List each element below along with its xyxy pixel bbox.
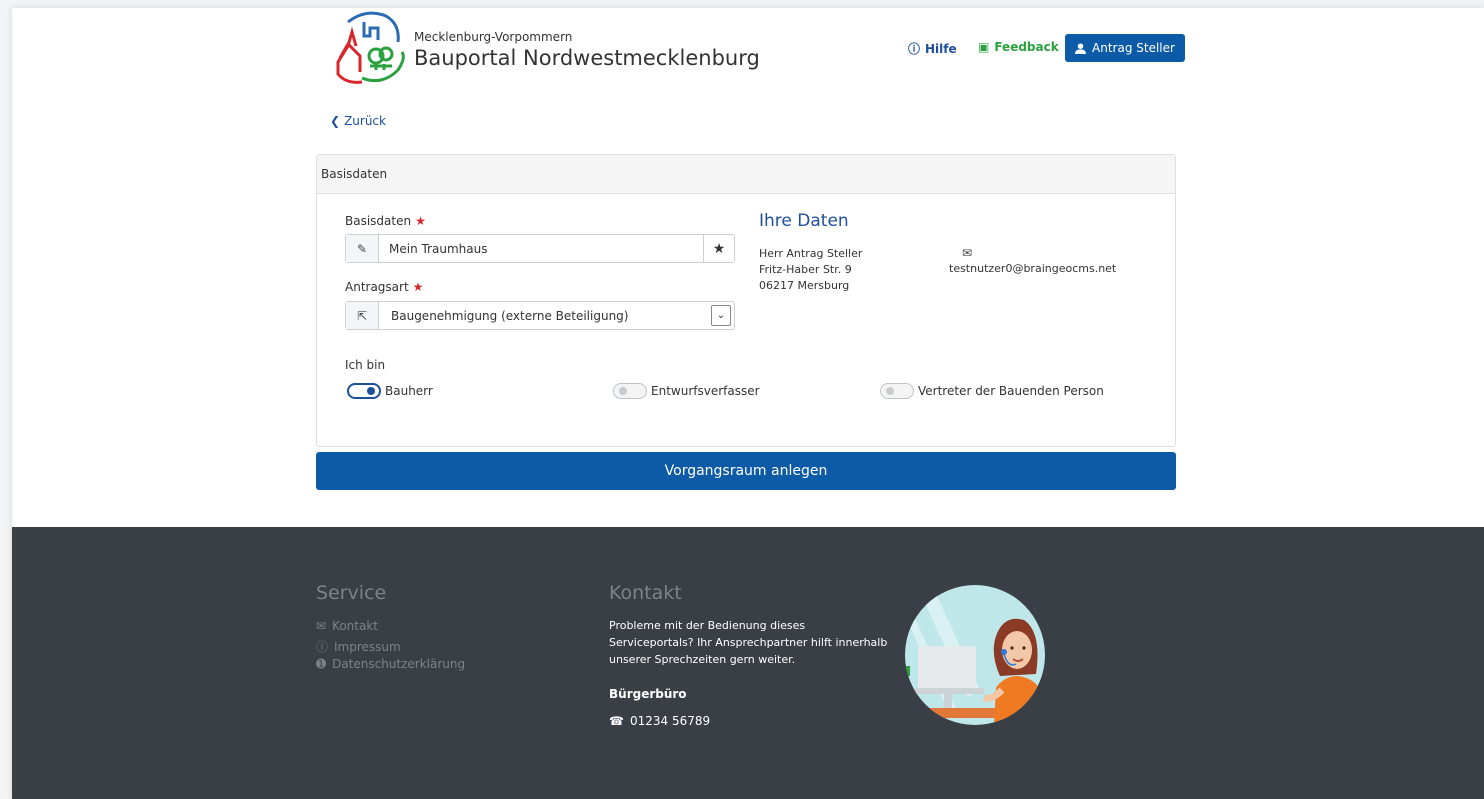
contact-text: Probleme mit der Bedienung dieses Servic… — [609, 619, 888, 666]
type-select[interactable]: ⇱ Baugenehmigung (externe Beteiligung) ⌄ — [345, 301, 735, 330]
name-field-label: Basisdaten ★ — [345, 214, 426, 228]
feedback-link[interactable]: ▣ Feedback — [978, 40, 1059, 54]
your-address: Herr Antrag Steller Fritz-Haber Str. 9 0… — [759, 246, 862, 294]
info-icon: ⓘ — [316, 640, 329, 654]
name-field-label-text: Basisdaten — [345, 214, 412, 228]
create-case-label: Vorgangsraum anlegen — [664, 463, 828, 479]
page: Mecklenburg-Vorpommern Bauportal Nordwes… — [12, 8, 1484, 799]
footer: Service ✉ Kontakt ⓘ Impressum ➊ Datensch… — [12, 527, 1484, 799]
support-agent-illustration — [905, 585, 1045, 725]
panel-heading: Basisdaten — [317, 155, 1175, 194]
toggle-knob — [619, 387, 627, 395]
toggle-knob — [886, 387, 894, 395]
role-toggle-bauherr[interactable]: Bauherr — [347, 383, 433, 399]
panel-heading-text: Basisdaten — [321, 167, 388, 181]
feedback-label: Feedback — [994, 40, 1059, 54]
footer-link-datenschutz[interactable]: ➊ Datenschutzerklärung — [316, 657, 465, 671]
name-field: ✎ ★ — [345, 234, 735, 263]
type-select-value: Baugenehmigung (externe Beteiligung) — [391, 308, 629, 323]
brand-title: Bauportal Nordwestmecklenburg — [414, 46, 760, 70]
help-label: Hilfe — [925, 41, 957, 56]
toggle-switch-off[interactable] — [613, 383, 647, 399]
type-field-label: Antragsart ★ — [345, 280, 423, 294]
envelope-icon: ✉ — [962, 246, 973, 260]
footer-link-label: Impressum — [334, 639, 401, 654]
chevron-left-icon: ❮ — [330, 114, 341, 128]
user-label: Antrag Steller — [1092, 41, 1175, 55]
pencil-icon: ✎ — [346, 235, 379, 262]
footer-link-impressum[interactable]: ⓘ Impressum — [316, 638, 401, 655]
footer-link-label: Datenschutzerklärung — [332, 657, 466, 671]
toggle-switch-off[interactable] — [880, 383, 914, 399]
toggle-knob — [367, 387, 375, 395]
back-label: Zurück — [344, 114, 386, 128]
back-link[interactable]: ❮ Zurück — [330, 114, 386, 128]
info-circle-icon: ➊ — [316, 657, 327, 671]
phone-icon: ☎ — [609, 714, 624, 728]
contact-office: Bürgerbüro — [609, 687, 687, 701]
your-data-title: Ihre Daten — [759, 211, 849, 231]
your-email: testnutzer0@braingeocms.net — [949, 262, 1117, 275]
contact-phone: ☎ 01234 56789 — [609, 714, 710, 728]
role-toggle-entwurfsverfasser[interactable]: Entwurfsverfasser — [613, 383, 760, 399]
brand-subtitle: Mecklenburg-Vorpommern — [414, 30, 573, 44]
role-toggle-vertreter[interactable]: Vertreter der Bauenden Person — [880, 383, 1104, 399]
bauportal-logo — [336, 11, 405, 84]
your-street: Fritz-Haber Str. 9 — [759, 263, 852, 276]
your-name: Herr Antrag Steller — [759, 247, 863, 260]
help-icon: ⓘ — [908, 42, 921, 56]
cursor-select-icon: ⇱ — [346, 302, 379, 329]
footer-link-kontakt[interactable]: ✉ Kontakt — [316, 619, 378, 633]
chevron-down-icon[interactable]: ⌄ — [711, 305, 731, 326]
toggle-switch-on[interactable] — [347, 383, 381, 399]
footer-link-label: Kontakt — [332, 619, 378, 633]
favorite-star-icon[interactable]: ★ — [703, 235, 734, 262]
help-link[interactable]: ⓘ Hilfe — [908, 40, 957, 57]
basisdaten-panel: Basisdaten Basisdaten★ ✎ ★ Antragsart★ ⇱… — [316, 154, 1176, 447]
role-label: Ich bin — [345, 358, 386, 372]
role-label-entwurfsverfasser: Entwurfsverfasser — [651, 384, 760, 398]
role-label-bauherr: Bauherr — [385, 384, 433, 398]
comment-icon: ▣ — [978, 40, 990, 54]
role-label-vertreter: Vertreter der Bauenden Person — [918, 384, 1104, 398]
your-city: 06217 Mersburg — [759, 279, 850, 292]
contact-phone-number: 01234 56789 — [629, 714, 711, 728]
type-field-label-text: Antragsart — [345, 280, 409, 294]
required-icon: ★ — [415, 214, 426, 228]
create-case-button[interactable]: Vorgangsraum anlegen — [316, 452, 1176, 490]
name-input[interactable] — [379, 235, 703, 262]
user-menu-button[interactable]: Antrag Steller — [1065, 34, 1185, 62]
user-icon — [1075, 42, 1087, 54]
envelope-icon: ✉ — [316, 619, 327, 633]
contact-title: Kontakt — [609, 582, 682, 604]
service-title: Service — [316, 582, 387, 604]
required-icon: ★ — [412, 280, 424, 294]
